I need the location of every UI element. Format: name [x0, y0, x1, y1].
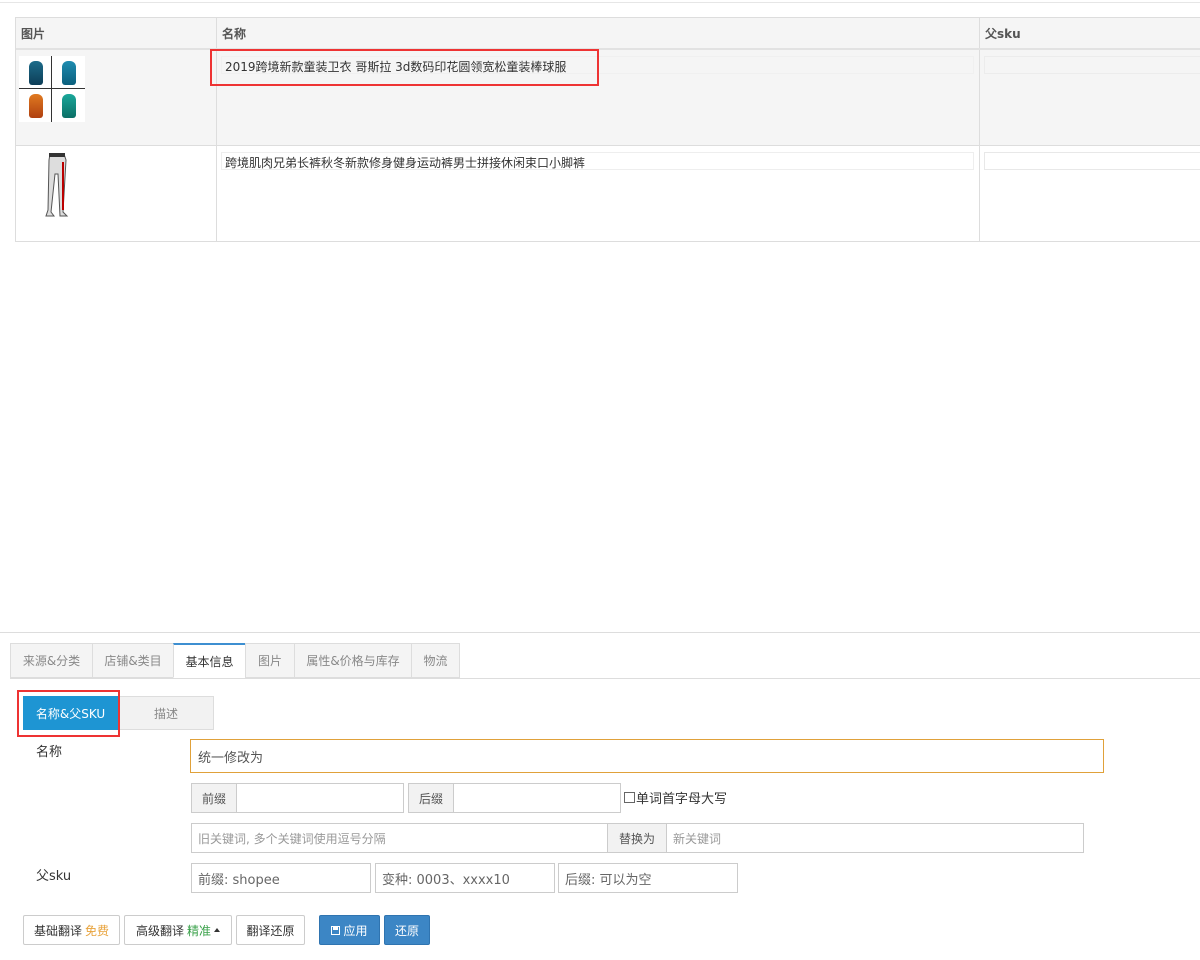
capitalize-checkbox[interactable]: 单词首字母大写 [624, 788, 727, 807]
edit-tabs: 来源&分类 店铺&类目 基本信息 图片 属性&价格与库存 物流 [10, 643, 460, 678]
tab-attributes-price-stock[interactable]: 属性&价格与库存 [294, 643, 411, 678]
name-bulk-input[interactable]: 统一修改为 [190, 739, 1104, 773]
apply-label: 应用 [343, 923, 368, 938]
name-label: 名称 [36, 745, 63, 760]
apply-button[interactable]: 应用 [319, 915, 380, 945]
tab-store-category[interactable]: 店铺&类目 [92, 643, 173, 678]
hoodie-product-image[interactable] [19, 56, 85, 122]
top-divider [0, 2, 1200, 3]
row-sku-cell [980, 146, 1200, 241]
header-parent-sku: 父sku [985, 26, 1021, 41]
row-image-cell [16, 50, 217, 145]
accurate-tag: 精准 [187, 923, 212, 938]
save-icon [331, 925, 341, 935]
row-sku-cell [980, 50, 1200, 145]
prefix-input[interactable] [236, 783, 404, 813]
new-keyword-input[interactable]: 新关键词 [666, 823, 1084, 853]
suffix-input[interactable] [453, 783, 621, 813]
advanced-translate-button[interactable]: 高级翻译 精准 [124, 915, 232, 945]
old-keyword-input[interactable]: 旧关键词, 多个关键词使用逗号分隔 [191, 823, 608, 853]
subtab-description[interactable]: 描述 [118, 696, 214, 730]
parent-sku-input[interactable] [984, 56, 1200, 74]
tab-logistics[interactable]: 物流 [411, 643, 460, 678]
table-header: 图片 名称 父sku [16, 18, 1200, 50]
header-name: 名称 [217, 18, 980, 48]
row-name-cell: 跨境肌肉兄弟长裤秋冬新款修身健身运动裤男士拼接休闲束口小脚裤 [217, 146, 980, 241]
name-highlight-box [210, 49, 599, 86]
sku-variant-input[interactable]: 变种: 0003、xxxx10 [375, 863, 555, 893]
table-row: 2019跨境新款童装卫衣 哥斯拉 3d数码印花圆领宽松童装棒球服 [16, 50, 1200, 146]
basic-translate-label: 基础翻译 [33, 923, 82, 938]
free-tag: 免费 [85, 923, 110, 938]
sku-prefix-input[interactable]: 前缀: shopee [191, 863, 371, 893]
checkbox-box[interactable] [624, 792, 635, 803]
prefix-addon: 前缀 [191, 783, 237, 813]
panel-divider [0, 632, 1200, 633]
tab-source-category[interactable]: 来源&分类 [10, 643, 92, 678]
basic-translate-button[interactable]: 基础翻译 免费 [23, 915, 120, 945]
restore-button[interactable]: 还原 [384, 915, 430, 945]
header-image: 图片 [16, 18, 217, 48]
table-row: 跨境肌肉兄弟长裤秋冬新款修身健身运动裤男士拼接休闲束口小脚裤 [16, 146, 1200, 241]
replace-addon: 替换为 [607, 823, 667, 853]
caret-up-icon [214, 928, 221, 932]
tabs-underline [10, 678, 1200, 679]
product-name-input[interactable]: 跨境肌肉兄弟长裤秋冬新款修身健身运动裤男士拼接休闲束口小脚裤 [221, 152, 974, 170]
sku-suffix-input[interactable]: 后缀: 可以为空 [558, 863, 738, 893]
subtab-highlight-box [17, 690, 120, 737]
parent-sku-input[interactable] [984, 152, 1200, 170]
suffix-addon: 后缀 [408, 783, 454, 813]
tab-basic-info[interactable]: 基本信息 [173, 643, 245, 678]
advanced-translate-label: 高级翻译 [135, 923, 184, 938]
capitalize-label: 单词首字母大写 [636, 792, 728, 807]
product-table: 图片 名称 父sku 2019跨境新款童装卫衣 哥斯拉 3d数码印花圆领宽松童装… [15, 17, 1200, 242]
restore-translate-button[interactable]: 翻译还原 [236, 915, 305, 945]
pants-product-image[interactable] [36, 152, 76, 218]
tab-images[interactable]: 图片 [245, 643, 294, 678]
row-image-cell [16, 146, 217, 241]
parent-sku-label: 父sku [36, 869, 72, 884]
